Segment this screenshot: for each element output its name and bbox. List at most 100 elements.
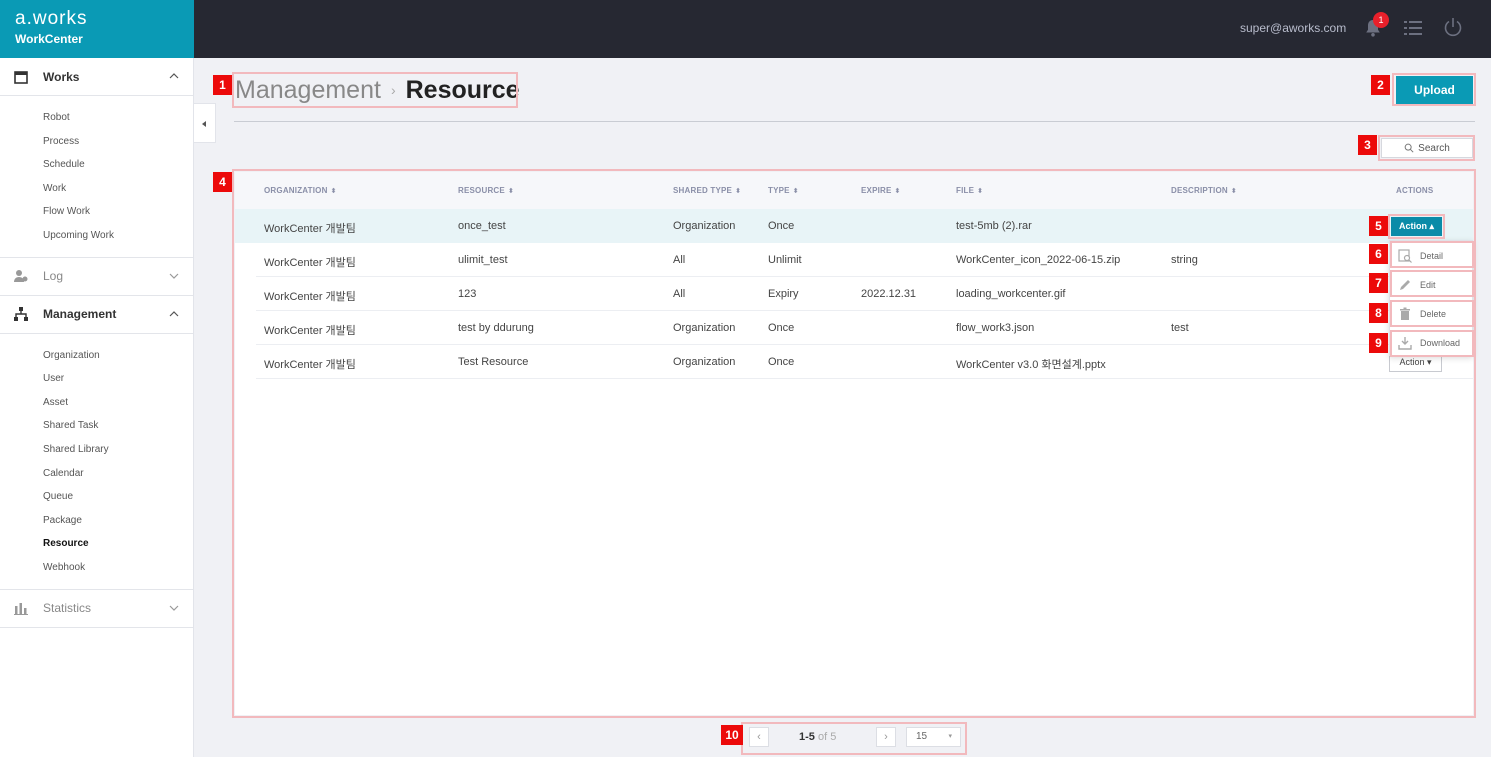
- table-row[interactable]: WorkCenter 개발팀 123 All Expiry 2022.12.31…: [256, 277, 1473, 311]
- action-dropdown-button[interactable]: Action ▴: [1391, 217, 1442, 236]
- sidebar-section-label: Management: [43, 307, 117, 322]
- annotation-number: 9: [1369, 333, 1388, 353]
- caret-up-icon: ▴: [1429, 221, 1435, 231]
- chevron-up-icon[interactable]: [169, 309, 179, 319]
- cell-shared-type: Organization: [673, 322, 736, 334]
- caret-down-icon: ▾: [1427, 356, 1432, 367]
- column-header-description[interactable]: DESCRIPTION ⬍: [1171, 186, 1237, 195]
- sidebar-section-log[interactable]: Log: [0, 258, 193, 296]
- menu-item-delete[interactable]: Delete: [1390, 299, 1474, 328]
- sort-icon: ⬍: [735, 188, 742, 195]
- sidebar-section-works[interactable]: Works: [0, 58, 193, 96]
- sidebar-collapse-button[interactable]: [194, 103, 216, 143]
- cell-file: test-5mb (2).rar: [956, 220, 1032, 232]
- annotation-number: 8: [1369, 303, 1388, 323]
- breadcrumb-parent[interactable]: Management: [235, 76, 381, 105]
- power-icon[interactable]: [1442, 16, 1464, 38]
- sidebar-item-asset[interactable]: Asset: [0, 391, 193, 415]
- sort-icon: ⬍: [1230, 188, 1237, 195]
- sidebar-item-shared-library[interactable]: Shared Library: [0, 438, 193, 462]
- search-label: Search: [1418, 142, 1450, 154]
- caret-left-icon: [202, 121, 206, 127]
- cell-organization: WorkCenter 개발팀: [264, 325, 356, 337]
- sidebar-item-resource[interactable]: Resource: [0, 532, 193, 556]
- sidebar-section-label: Works: [43, 69, 80, 84]
- next-page-button[interactable]: ›: [876, 727, 896, 747]
- sidebar-section-label: Statistics: [43, 601, 92, 615]
- menu-item-edit[interactable]: Edit: [1390, 270, 1474, 299]
- chevron-right-icon: ›: [884, 731, 888, 743]
- action-menu: Detail Edit Delete Download: [1389, 240, 1473, 356]
- sidebar-item-calendar[interactable]: Calendar: [0, 462, 193, 486]
- annotation-number: 1: [213, 75, 232, 95]
- sort-icon: ⬍: [977, 188, 984, 195]
- cell-organization: WorkCenter 개발팀: [264, 257, 356, 269]
- column-header-shared-type[interactable]: SHARED TYPE ⬍: [673, 186, 741, 195]
- list-icon[interactable]: [1402, 17, 1424, 39]
- user-log-icon: [14, 270, 28, 283]
- column-header-type[interactable]: TYPE ⬍: [768, 186, 799, 195]
- hierarchy-icon: [14, 307, 28, 322]
- sidebar-item-package[interactable]: Package: [0, 509, 193, 533]
- sidebar-section-management[interactable]: Management: [0, 296, 193, 334]
- sidebar-item-robot[interactable]: Robot: [0, 106, 193, 130]
- search-icon: [1404, 143, 1414, 153]
- cell-file: WorkCenter_icon_2022-06-15.zip: [956, 254, 1121, 266]
- chevron-up-icon[interactable]: [169, 71, 179, 81]
- sidebar-section-statistics[interactable]: Statistics: [0, 590, 193, 628]
- sidebar-item-webhook[interactable]: Webhook: [0, 556, 193, 580]
- menu-item-detail[interactable]: Detail: [1390, 241, 1474, 270]
- pencil-icon: [1400, 279, 1410, 290]
- menu-item-download[interactable]: Download: [1390, 328, 1474, 357]
- sort-icon: ⬍: [792, 188, 799, 195]
- user-email[interactable]: super@aworks.com: [1240, 21, 1346, 35]
- detail-icon: [1398, 248, 1412, 263]
- cell-shared-type: All: [673, 254, 686, 266]
- cell-type: Once: [768, 356, 795, 368]
- cell-organization: WorkCenter 개발팀: [264, 359, 356, 371]
- cell-resource: ulimit_test: [458, 254, 508, 266]
- sidebar-item-process[interactable]: Process: [0, 130, 193, 154]
- sidebar: Works Robot Process Schedule Work Flow W…: [0, 58, 194, 757]
- download-icon: [1398, 336, 1412, 350]
- cell-file: loading_workcenter.gif: [956, 288, 1066, 300]
- column-header-file[interactable]: FILE ⬍: [956, 186, 983, 195]
- prev-page-button[interactable]: ‹: [749, 727, 769, 747]
- annotation-number: 7: [1369, 273, 1388, 293]
- table-row[interactable]: WorkCenter 개발팀 test by ddurung Organizat…: [256, 311, 1473, 345]
- annotation-number: 2: [1371, 75, 1390, 95]
- sidebar-item-user[interactable]: User: [0, 367, 193, 391]
- cell-description: test: [1171, 322, 1189, 334]
- column-header-organization[interactable]: ORGANIZATION ⬍: [264, 186, 337, 195]
- chevron-down-icon[interactable]: [169, 271, 179, 281]
- page-range: 1-5 of 5: [799, 731, 837, 743]
- sidebar-item-work[interactable]: Work: [0, 177, 193, 201]
- management-submenu: Organization User Asset Shared Task Shar…: [0, 334, 193, 590]
- annotation-number: 10: [721, 725, 743, 745]
- table-row[interactable]: WorkCenter 개발팀 Test Resource Organizatio…: [256, 345, 1473, 379]
- logo[interactable]: a.works WorkCenter: [0, 0, 194, 58]
- sidebar-item-schedule[interactable]: Schedule: [0, 153, 193, 177]
- search-button[interactable]: Search: [1381, 138, 1473, 158]
- sidebar-item-organization[interactable]: Organization: [0, 344, 193, 368]
- breadcrumb: Management › Resource: [235, 74, 520, 106]
- sort-icon: ⬍: [894, 188, 901, 195]
- sidebar-item-shared-task[interactable]: Shared Task: [0, 414, 193, 438]
- column-header-resource[interactable]: RESOURCE ⬍: [458, 186, 514, 195]
- cell-type: Once: [768, 322, 795, 334]
- upload-button[interactable]: Upload: [1396, 76, 1473, 104]
- page-size-select[interactable]: 15 ▾: [906, 727, 961, 747]
- cell-resource: 123: [458, 288, 477, 300]
- pagination: ‹ 1-5 of 5 › 15 ▾: [744, 725, 964, 751]
- cell-file: WorkCenter v3.0 화면설계.pptx: [956, 359, 1106, 371]
- sidebar-item-flow-work[interactable]: Flow Work: [0, 200, 193, 224]
- table-row[interactable]: WorkCenter 개발팀 once_test Organization On…: [235, 209, 1473, 243]
- table-row[interactable]: WorkCenter 개발팀 ulimit_test All Unlimit W…: [256, 243, 1473, 277]
- cell-resource: once_test: [458, 220, 506, 232]
- notification-badge: 1: [1373, 12, 1389, 28]
- cell-file: flow_work3.json: [956, 322, 1035, 334]
- sidebar-item-upcoming-work[interactable]: Upcoming Work: [0, 224, 193, 248]
- column-header-expire[interactable]: EXPIRE ⬍: [861, 186, 901, 195]
- sidebar-item-queue[interactable]: Queue: [0, 485, 193, 509]
- chevron-down-icon[interactable]: [169, 603, 179, 613]
